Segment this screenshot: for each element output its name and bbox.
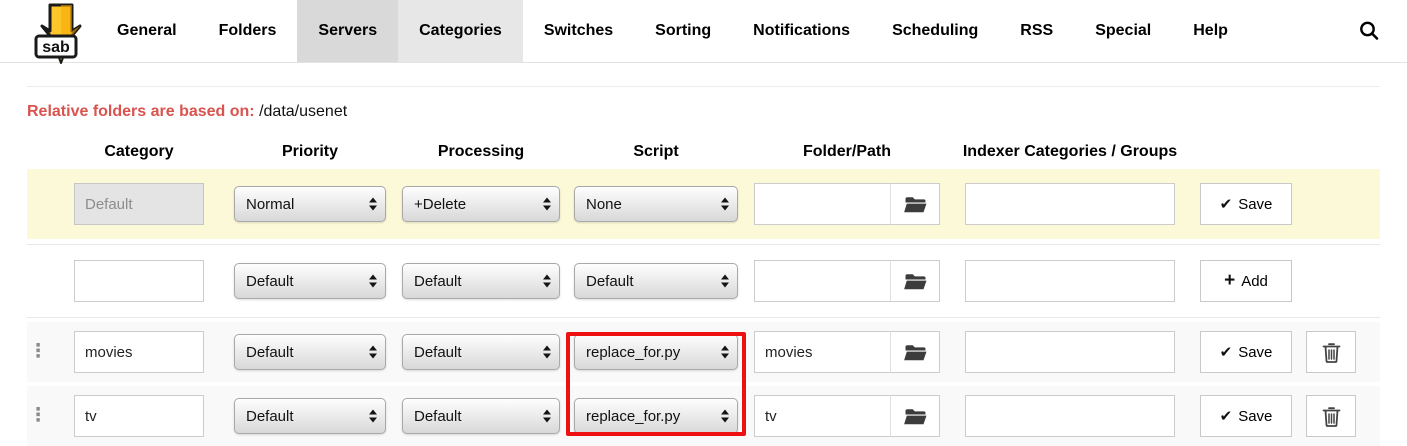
col-header-script: Script <box>574 143 738 161</box>
col-header-category: Category <box>74 143 204 161</box>
tab-special[interactable]: Special <box>1074 0 1172 62</box>
tab-notifications[interactable]: Notifications <box>732 0 871 62</box>
delete-button[interactable] <box>1306 395 1356 437</box>
save-button-label: Save <box>1238 196 1272 213</box>
note-label: Relative folders are based on: <box>27 103 255 120</box>
folder-path-input[interactable] <box>754 331 891 373</box>
delete-button[interactable] <box>1306 331 1356 373</box>
sabnzbd-logo[interactable]: sab <box>34 0 86 62</box>
category-input[interactable] <box>74 331 204 373</box>
table-header-row: Category Priority Processing Script Fold… <box>27 135 1407 169</box>
tab-servers[interactable]: Servers <box>297 0 398 62</box>
col-header-processing: Processing <box>402 143 560 161</box>
browse-folder-button[interactable] <box>890 331 940 373</box>
svg-text:sab: sab <box>42 39 70 56</box>
script-select[interactable]: None <box>574 186 738 222</box>
tab-folders[interactable]: Folders <box>198 0 298 62</box>
drag-handle[interactable]: ⋮ <box>29 343 48 360</box>
default-category-row: Normal +Delete None ✔ Save <box>27 169 1380 239</box>
priority-select[interactable]: Default <box>234 263 386 299</box>
script-select[interactable]: replace_for.py <box>574 398 738 434</box>
folder-icon <box>904 407 927 426</box>
browse-folder-button[interactable] <box>890 260 940 302</box>
script-select[interactable]: replace_for.py <box>574 334 738 370</box>
search-icon <box>1358 20 1380 42</box>
save-button-label: Save <box>1238 344 1272 361</box>
categories-table: Category Priority Processing Script Fold… <box>0 135 1407 446</box>
browse-folder-button[interactable] <box>890 395 940 437</box>
tab-switches[interactable]: Switches <box>523 0 634 62</box>
col-header-folder: Folder/Path <box>754 143 940 161</box>
search-button[interactable] <box>1358 0 1380 62</box>
trash-icon <box>1322 406 1341 427</box>
priority-select[interactable]: Default <box>234 398 386 434</box>
indexer-groups-input[interactable] <box>965 183 1175 225</box>
check-icon: ✔ <box>1220 407 1233 425</box>
tab-scheduling[interactable]: Scheduling <box>871 0 999 62</box>
category-input <box>74 183 204 225</box>
save-button-label: Save <box>1238 408 1272 425</box>
tab-general[interactable]: General <box>96 0 198 62</box>
processing-select[interactable]: Default <box>402 263 560 299</box>
drag-handle[interactable]: ⋮ <box>29 407 48 424</box>
browse-folder-button[interactable] <box>890 183 940 225</box>
divider <box>27 86 1380 87</box>
folder-path-input[interactable] <box>754 183 891 225</box>
folder-path-input[interactable] <box>754 260 891 302</box>
check-icon: ✔ <box>1220 343 1233 361</box>
processing-select[interactable]: Default <box>402 334 560 370</box>
indexer-groups-input[interactable] <box>965 331 1175 373</box>
trash-icon <box>1322 342 1341 363</box>
plus-icon: + <box>1224 271 1235 290</box>
folder-icon <box>904 195 927 214</box>
sab-logo-icon: sab <box>34 3 86 67</box>
folder-path-input[interactable] <box>754 395 891 437</box>
processing-select[interactable]: +Delete <box>402 186 560 222</box>
category-input[interactable] <box>74 395 204 437</box>
add-button[interactable]: + Add <box>1200 260 1292 302</box>
indexer-groups-input[interactable] <box>965 260 1175 302</box>
relative-folders-note: Relative folders are based on: /data/use… <box>27 100 1407 123</box>
col-header-priority: Priority <box>234 143 386 161</box>
folder-icon <box>904 343 927 362</box>
note-path-value: /data/usenet <box>255 103 348 120</box>
col-header-indexer: Indexer Categories / Groups <box>965 143 1175 161</box>
tab-help[interactable]: Help <box>1172 0 1249 62</box>
top-navbar: sab General Folders Servers Categories S… <box>0 0 1407 63</box>
category-input[interactable] <box>74 260 204 302</box>
script-select[interactable]: Default <box>574 263 738 299</box>
indexer-groups-input[interactable] <box>965 395 1175 437</box>
priority-select[interactable]: Default <box>234 334 386 370</box>
new-category-row: Default Default Default + Add <box>27 244 1380 318</box>
save-button[interactable]: ✔ Save <box>1200 331 1292 373</box>
processing-select[interactable]: Default <box>402 398 560 434</box>
tab-sorting[interactable]: Sorting <box>634 0 732 62</box>
tab-rss[interactable]: RSS <box>999 0 1074 62</box>
tab-categories[interactable]: Categories <box>398 0 523 62</box>
category-row-movies: ⋮ Default Default replace_for.py <box>27 322 1380 382</box>
priority-select[interactable]: Normal <box>234 186 386 222</box>
folder-icon <box>904 272 927 291</box>
save-button[interactable]: ✔ Save <box>1200 395 1292 437</box>
nav-tabs: General Folders Servers Categories Switc… <box>96 0 1249 62</box>
category-row-tv: ⋮ Default Default replace_for.py <box>27 386 1380 446</box>
add-button-label: Add <box>1241 273 1268 290</box>
save-button[interactable]: ✔ Save <box>1200 183 1292 225</box>
check-icon: ✔ <box>1220 195 1233 213</box>
